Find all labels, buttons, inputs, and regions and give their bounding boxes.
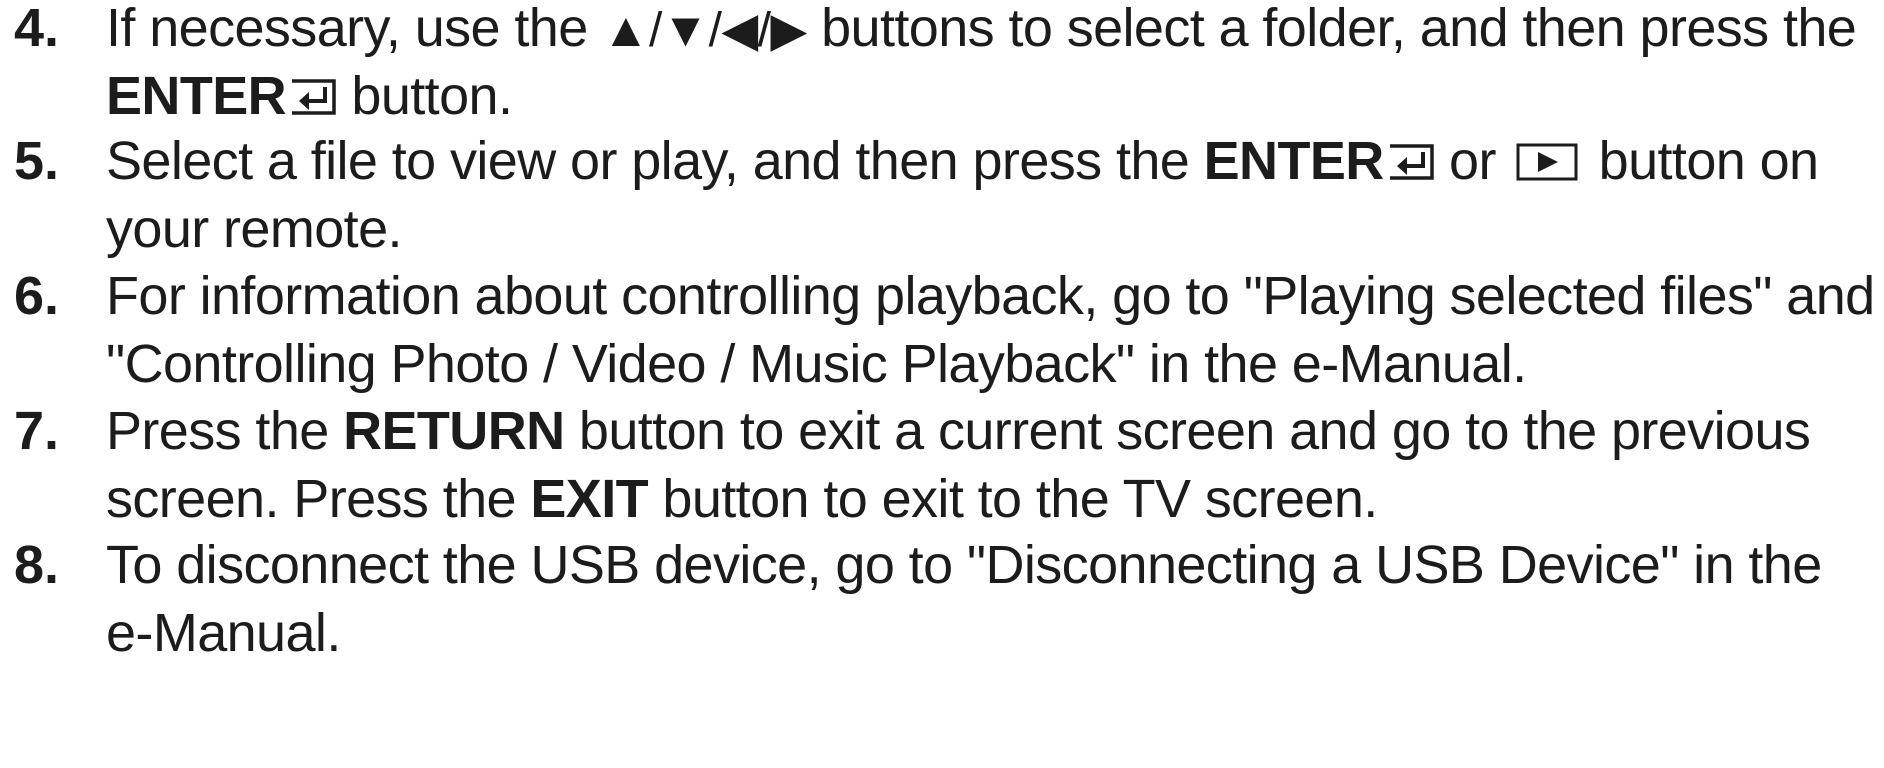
text-segment: Press the <box>106 401 344 461</box>
text-segment: If necessary, use the <box>106 0 603 58</box>
step-number: 4. <box>14 0 60 58</box>
step-number: 8. <box>14 535 60 595</box>
play-button-icon <box>1516 143 1578 181</box>
step-text: To disconnect the USB device, go to "Dis… <box>106 531 1876 667</box>
step-line: To disconnect the USB device, go to "Dis… <box>106 535 1822 595</box>
step-line: screen. Press the EXIT button to exit to… <box>106 465 1876 533</box>
enter-button-label: ENTER <box>106 66 287 126</box>
step-number: 7. <box>14 401 60 461</box>
step-text: For information about controlling playba… <box>106 262 1876 398</box>
step-number: 6. <box>14 266 60 326</box>
instruction-steps: 4. If necessary, use the ▲/▼/◀/▶ buttons… <box>0 0 1884 768</box>
step-line: "Controlling Photo / Video / Music Playb… <box>106 334 1527 394</box>
step-line: If necessary, use the ▲/▼/◀/▶ buttons to… <box>106 0 1876 62</box>
text-segment: buttons to select a folder, and then pre… <box>806 0 1857 58</box>
return-button-label: RETURN <box>343 401 565 461</box>
step-line: Press the RETURN button to exit a curren… <box>106 397 1876 465</box>
text-segment: screen. Press the <box>106 469 531 529</box>
step-line: For information about controlling playba… <box>106 266 1875 326</box>
enter-icon <box>1389 144 1434 180</box>
enter-button-label: ENTER <box>1203 131 1385 191</box>
step-number: 5. <box>14 131 60 191</box>
step-text: If necessary, use the ▲/▼/◀/▶ buttons to… <box>106 0 1876 130</box>
exit-button-label: EXIT <box>530 469 649 529</box>
step-text: Select a file to view or play, and then … <box>106 127 1876 263</box>
step-line: Select a file to view or play, and then … <box>106 127 1876 195</box>
text-segment: button to exit a current screen and go t… <box>564 401 1811 461</box>
step-line: ENTER button. <box>106 62 1876 130</box>
enter-icon <box>292 79 336 115</box>
step-text: Press the RETURN button to exit a curren… <box>106 397 1876 533</box>
text-segment: Select a file to view or play, and then … <box>106 131 1204 191</box>
text-segment: button to exit to the TV screen. <box>648 469 1378 529</box>
step-line: your remote. <box>106 199 403 259</box>
text-segment: button. <box>337 66 513 126</box>
step-line: e-Manual. <box>106 603 341 663</box>
arrow-buttons-icon: ▲/▼/◀/▶ <box>602 4 807 57</box>
text-segment: button on <box>1584 131 1819 191</box>
text-segment: or <box>1434 131 1511 191</box>
